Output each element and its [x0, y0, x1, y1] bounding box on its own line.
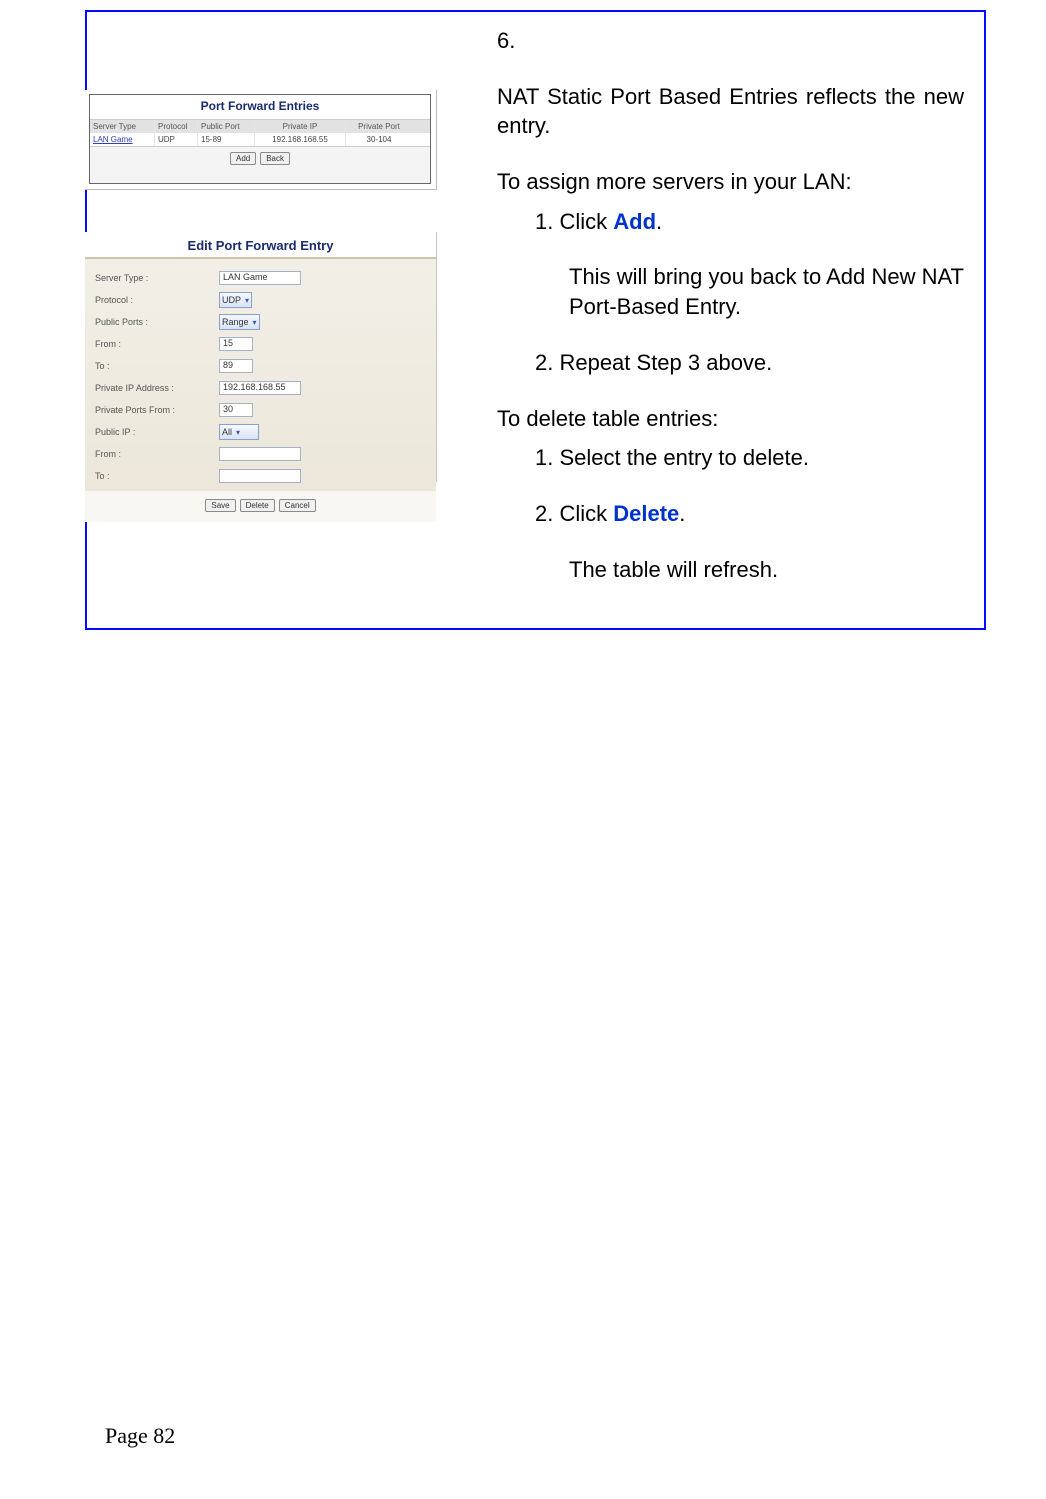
input-to[interactable]: 89 [219, 359, 253, 373]
assign-step-1: 1. Click Add. [497, 207, 964, 237]
assign-step-1-prefix: 1. Click [535, 209, 613, 234]
assign-step-2: 2. Repeat Step 3 above. [497, 348, 964, 378]
table-header-row: Server Type Protocol Public Port Private… [90, 120, 430, 133]
label-public-ip: Public IP : [95, 427, 213, 437]
screenshots-column: Port Forward Entries Server Type Protoco… [107, 26, 467, 614]
content-frame: Port Forward Entries Server Type Protoco… [85, 10, 986, 630]
select-protocol[interactable]: UDP [219, 292, 252, 308]
port-forward-entries-title: Port Forward Entries [90, 95, 430, 119]
label-from: From : [95, 339, 213, 349]
cell-protocol: UDP [155, 133, 198, 146]
step-marker: 6. [497, 26, 964, 56]
delete-button[interactable]: Delete [240, 499, 275, 512]
input-from[interactable]: 15 [219, 337, 253, 351]
instruction-text-column: 6. NAT Static Port Based Entries reflect… [497, 26, 964, 614]
input-server-type[interactable]: LAN Game [219, 271, 301, 285]
cell-server-type[interactable]: LAN Game [90, 133, 155, 146]
col-private-port: Private Port [346, 120, 412, 133]
field-to2: To : [95, 465, 426, 487]
label-protocol: Protocol : [95, 295, 213, 305]
delete-link[interactable]: Delete [613, 501, 679, 526]
label-to: To : [95, 361, 213, 371]
assign-step-1-suffix: . [656, 209, 662, 234]
input-to2[interactable] [219, 469, 301, 483]
label-private-ports-from: Private Ports From : [95, 405, 213, 415]
cell-private-port: 30-104 [346, 133, 412, 146]
select-public-ip[interactable]: All [219, 424, 259, 440]
back-button[interactable]: Back [260, 152, 290, 165]
field-public-ip: Public IP : All [95, 421, 426, 443]
input-from2[interactable] [219, 447, 301, 461]
input-private-ip[interactable]: 192.168.168.55 [219, 381, 301, 395]
delete-step-2-prefix: 2. Click [535, 501, 613, 526]
cell-private-ip: 192.168.168.55 [255, 133, 346, 146]
table-row[interactable]: LAN Game UDP 15-89 192.168.168.55 30-104 [90, 133, 430, 146]
col-private-ip: Private IP [255, 120, 346, 133]
cell-public-port: 15-89 [198, 133, 255, 146]
col-protocol: Protocol [155, 120, 198, 133]
label-from2: From : [95, 449, 213, 459]
edit-port-forward-entry-title: Edit Port Forward Entry [85, 232, 436, 259]
paragraph-nat-reflects: NAT Static Port Based Entries reflects t… [497, 82, 964, 141]
input-private-ports-from[interactable]: 30 [219, 403, 253, 417]
page-number: Page 82 [105, 1423, 175, 1449]
field-private-ip: Private IP Address : 192.168.168.55 [95, 377, 426, 399]
add-button[interactable]: Add [230, 152, 256, 165]
field-to: To : 89 [95, 355, 426, 377]
field-private-ports-from: Private Ports From : 30 [95, 399, 426, 421]
field-from2: From : [95, 443, 426, 465]
edit-port-forward-entry-screenshot: Edit Port Forward Entry Server Type : LA… [85, 232, 437, 482]
add-link[interactable]: Add [613, 209, 656, 234]
cancel-button[interactable]: Cancel [279, 499, 316, 512]
delete-step-2: 2. Click Delete. [497, 499, 964, 529]
label-private-ip: Private IP Address : [95, 383, 213, 393]
label-server-type: Server Type : [95, 273, 213, 283]
delete-result: The table will refresh. [497, 555, 964, 585]
delete-step-2-suffix: . [679, 501, 685, 526]
heading-assign-more-servers: To assign more servers in your LAN: [497, 167, 964, 197]
assign-step-1-desc: This will bring you back to Add New NAT … [497, 262, 964, 321]
col-public-port: Public Port [198, 120, 255, 133]
port-forward-entries-screenshot: Port Forward Entries Server Type Protoco… [85, 90, 437, 190]
field-from: From : 15 [95, 333, 426, 355]
port-forward-entries-button-row: Add Back [90, 147, 430, 170]
select-public-ports[interactable]: Range [219, 314, 260, 330]
label-to2: To : [95, 471, 213, 481]
field-public-ports: Public Ports : Range [95, 311, 426, 333]
delete-step-1: 1. Select the entry to delete. [497, 443, 964, 473]
port-forward-entries-table: Server Type Protocol Public Port Private… [90, 119, 430, 147]
edit-port-forward-entry-form: Server Type : LAN Game Protocol : UDP Pu… [85, 259, 436, 491]
save-button[interactable]: Save [205, 499, 235, 512]
col-server-type: Server Type [90, 120, 155, 133]
edit-port-forward-entry-button-row: Save Delete Cancel [85, 491, 436, 522]
label-public-ports: Public Ports : [95, 317, 213, 327]
field-protocol: Protocol : UDP [95, 289, 426, 311]
field-server-type: Server Type : LAN Game [95, 267, 426, 289]
heading-delete-entries: To delete table entries: [497, 404, 964, 434]
